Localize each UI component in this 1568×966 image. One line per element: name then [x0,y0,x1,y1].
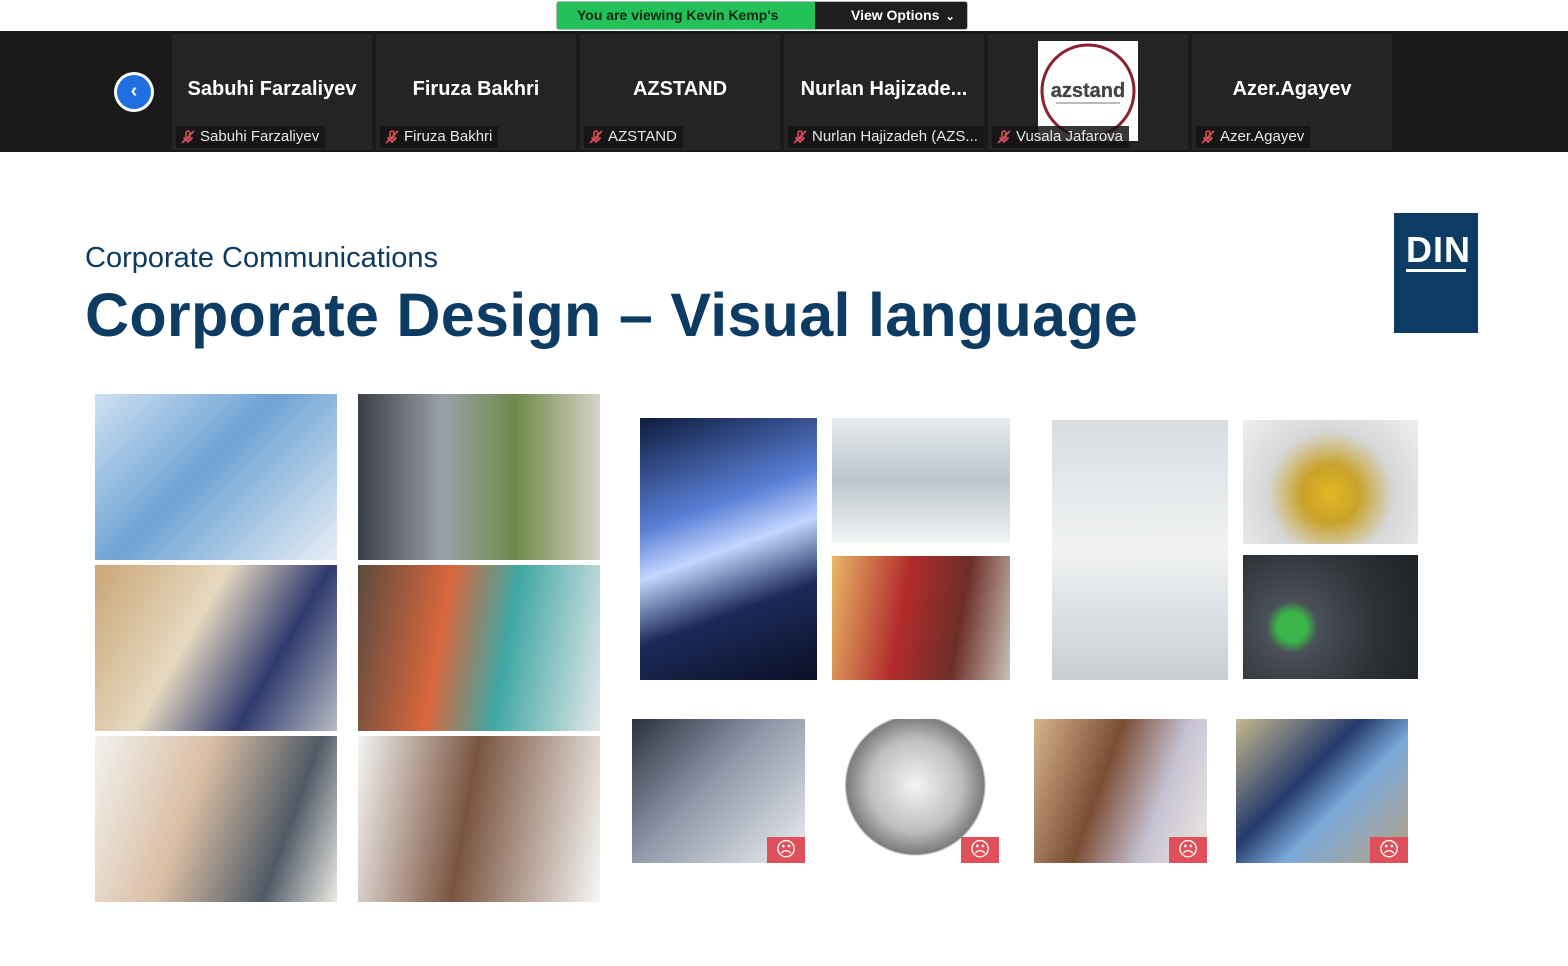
muted-mic-icon [385,130,399,144]
participant-label-text: Sabuhi Farzaliyev [200,128,320,145]
participant-display-name: Azer.Agayev [1232,78,1352,100]
din-logo-text: DIN [1406,229,1471,270]
participant-tile[interactable]: Sabuhi Farzaliyev Sabuhi Farzaliyev [172,34,372,150]
photo-workshop-team [95,565,337,731]
photo-students-computer [358,565,600,731]
participant-name-label: Nurlan Hajizadeh (AZS... [788,126,984,148]
view-options-button[interactable]: View Options ⌄ [815,2,967,29]
photo-keyboard-globe: ☹ [632,719,805,863]
photo-aircraft-hangar [1052,420,1228,680]
shared-slide: Corporate Communications Corporate Desig… [0,152,1568,966]
photo-renewable-energy-sphere: ☹ [838,719,999,863]
slide-title: Corporate Design – Visual language [85,281,1139,349]
view-options-label: View Options [851,7,940,23]
top-bar: You are viewing Kevin Kemp's screen View… [0,0,1568,31]
sad-face-icon: ☹ [767,837,805,863]
participant-name-label: Firuza Bakhri [380,126,499,148]
din-logo: DIN [1394,213,1478,333]
slide-subtitle: Corporate Communications [85,242,438,274]
participant-name-label: Azer.Agayev [1196,126,1311,148]
participant-label-text: Firuza Bakhri [404,128,493,145]
azstand-logo: azstand [1038,41,1138,141]
photo-light-trails [640,418,817,680]
participant-tile[interactable]: AZSTAND AZSTAND [580,34,780,150]
participant-display-name: AZSTAND [632,78,728,100]
participant-tile[interactable]: Firuza Bakhri Firuza Bakhri [376,34,576,150]
photo-man-measuring [95,736,337,902]
sad-face-icon: ☹ [1169,837,1207,863]
sad-face-icon: ☹ [961,837,999,863]
muted-mic-icon [589,130,603,144]
participant-label-text: Nurlan Hajizadeh (AZS... [812,128,978,145]
chevron-down-icon: ⌄ [945,11,955,23]
screen-share-banner: You are viewing Kevin Kemp's screen View… [557,2,967,29]
azstand-logo-graphic: azstand [1040,43,1136,139]
participant-tile[interactable]: Nurlan Hajizade... Nurlan Hajizadeh (AZS… [784,34,984,150]
photo-woman-presenting [358,394,600,560]
photo-turbine-hall [1243,420,1418,544]
participant-tile[interactable]: Azer.Agayev Azer.Agayev [1192,34,1392,150]
photo-women-laptop: ☹ [1034,719,1207,863]
photo-train-platform [832,556,1010,680]
svg-text:azstand: azstand [1051,80,1125,102]
photo-business-meeting [95,394,337,560]
share-status-text: You are viewing Kevin Kemp's screen [557,2,815,29]
sad-face-icon: ☹ [1370,837,1408,863]
participant-display-name: Nurlan Hajizade... [800,78,968,100]
participant-label-text: Azer.Agayev [1220,128,1305,145]
participant-label-text: AZSTAND [608,128,677,145]
muted-mic-icon [793,130,807,144]
photo-offshore-helipad [1243,555,1418,679]
previous-page-button[interactable]: ‹ [114,72,154,112]
photo-airport-travelers [832,418,1010,543]
muted-mic-icon [1201,130,1215,144]
participant-name-label: AZSTAND [584,126,683,148]
chevron-left-icon: ‹ [117,75,151,109]
participant-display-name: Firuza Bakhri [412,78,540,100]
photo-passport-money: ☹ [1236,719,1408,863]
photo-woman-safety-glasses [358,736,600,902]
participant-display-name: Sabuhi Farzaliyev [187,78,357,100]
muted-mic-icon [181,130,195,144]
participant-name-label: Sabuhi Farzaliyev [176,126,326,148]
din-logo-underline [1406,269,1466,272]
